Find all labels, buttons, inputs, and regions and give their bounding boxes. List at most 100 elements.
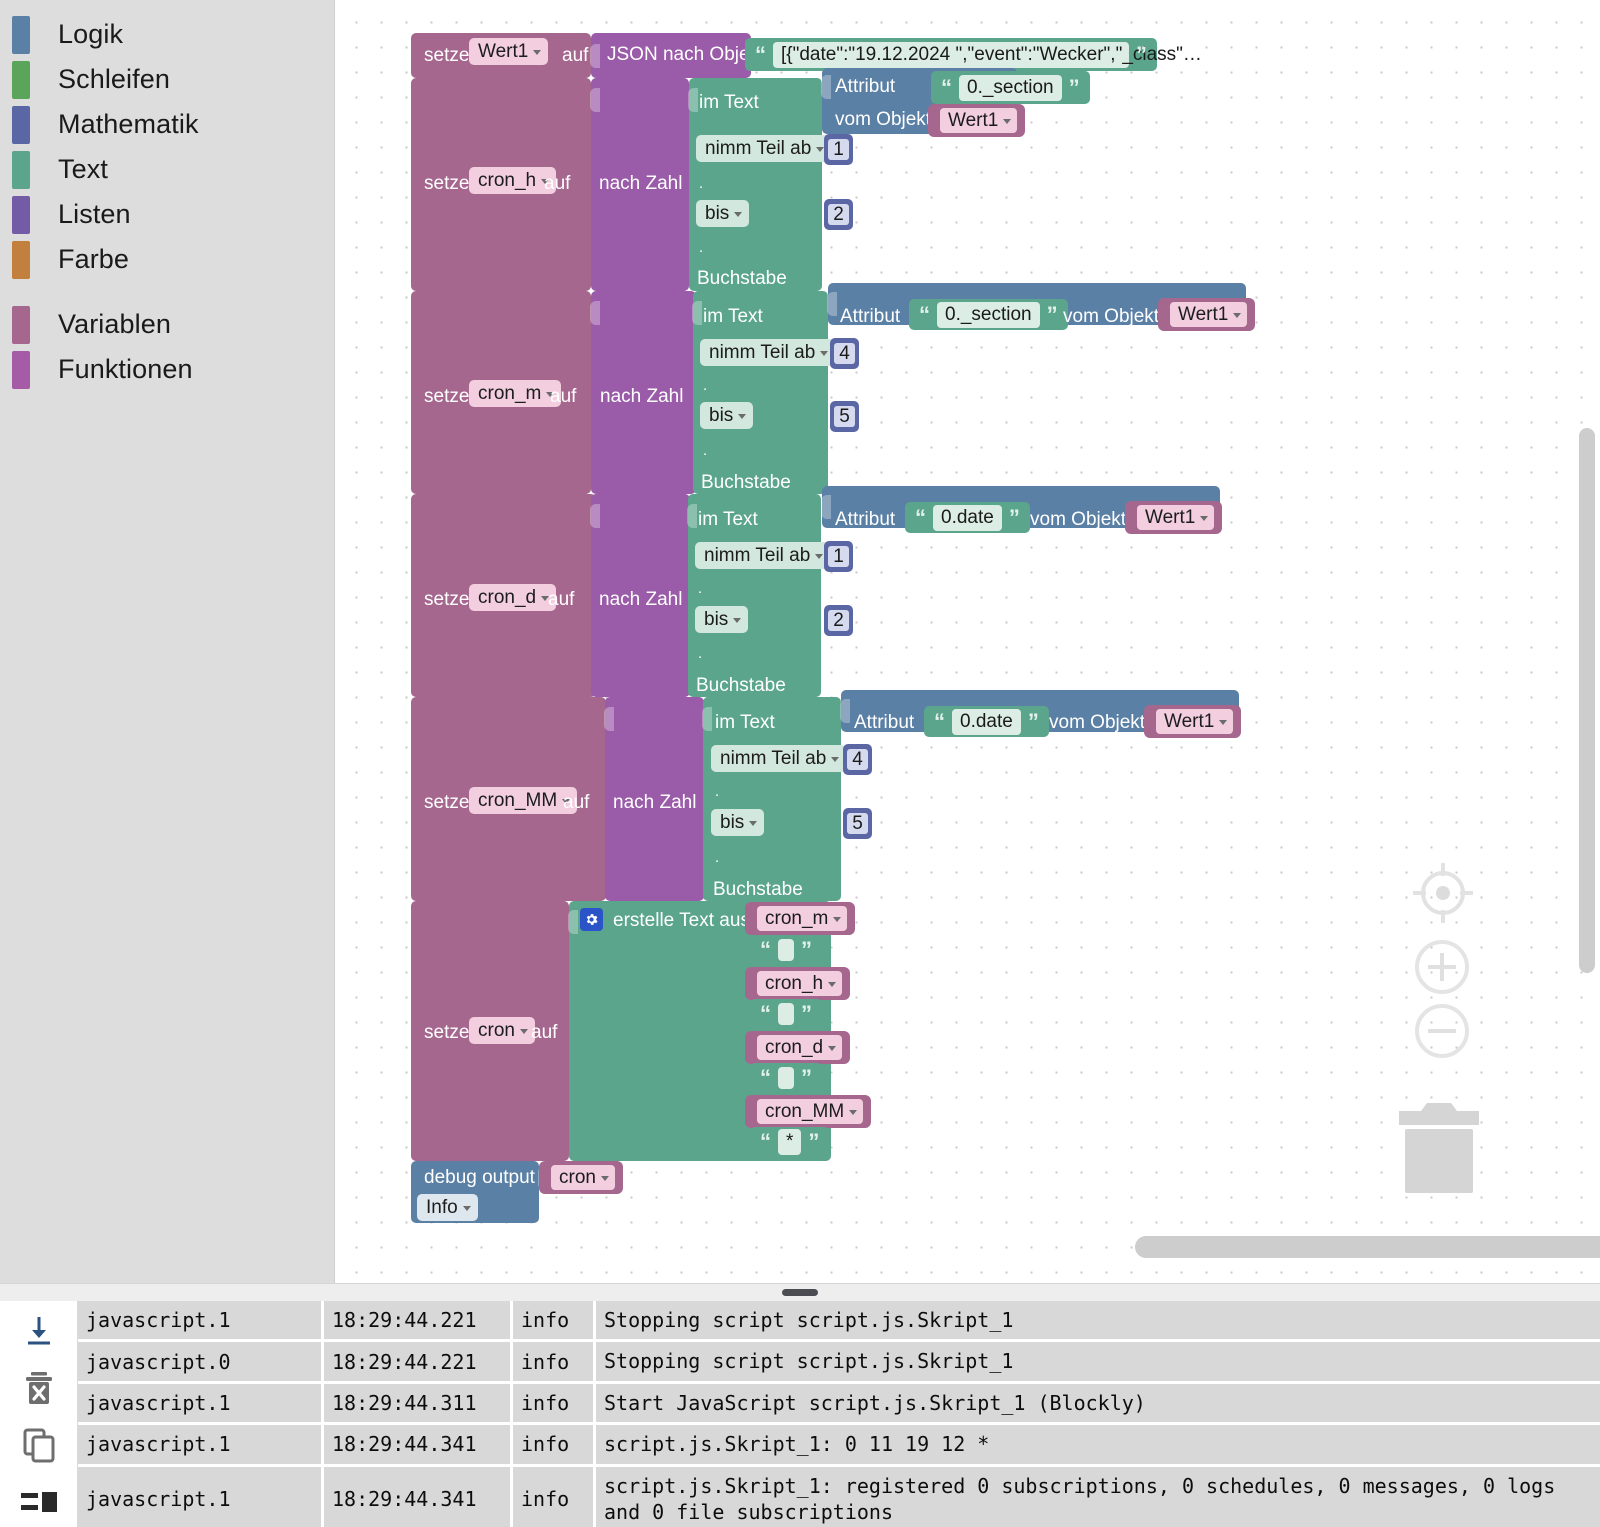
trash-can-icon (1399, 1103, 1479, 1193)
toolbox-category-farbe[interactable]: Farbe (0, 237, 334, 282)
substring-from-dropdown-cron-h[interactable]: nimm Teil ab (696, 135, 832, 162)
dot-label: . (715, 849, 720, 866)
attribute-string-field[interactable]: 0.date (933, 504, 1002, 531)
number-field[interactable]: 2 (828, 609, 849, 632)
join-item-variable-cron-d[interactable]: cron_d (745, 1031, 851, 1064)
quote-close-icon: ” (1046, 301, 1058, 327)
variable-dropdown-wert1[interactable]: Wert1 (469, 38, 549, 65)
log-row[interactable]: javascript.1 18:29:44.341 info script.js… (78, 1466, 1600, 1527)
string-field[interactable] (778, 1067, 794, 1089)
attribute-string-field[interactable]: 0._section (937, 301, 1040, 328)
gear-icon[interactable] (580, 908, 603, 931)
string-field[interactable] (778, 1003, 794, 1025)
join-item-string-3[interactable]: “ ” (750, 1063, 822, 1093)
variable-dropdown-cron-mm[interactable]: cron_MM (469, 787, 578, 814)
number-block-from-cron-d[interactable]: 1 (824, 541, 853, 572)
number-block-to-cron-m[interactable]: 5 (830, 401, 859, 432)
log-row[interactable]: javascript.1 18:29:44.221 info Stopping … (78, 1301, 1600, 1340)
json-string-field[interactable]: [{"date":"19.12.2024 ","event":"Wecker",… (773, 41, 1202, 68)
join-item-variable-cron-mm[interactable]: cron_MM (745, 1095, 872, 1128)
center-workspace-button[interactable] (1410, 860, 1476, 931)
join-item-string-2[interactable]: “ ” (750, 999, 822, 1029)
number-field[interactable]: 5 (847, 812, 868, 835)
severity-dropdown-info[interactable]: Info (417, 1194, 478, 1221)
variable-getter-block-wert1-cron-m[interactable]: Wert1 (1158, 298, 1256, 331)
string-field[interactable]: * (778, 1129, 802, 1155)
toolbox-sidebar[interactable]: Logik Schleifen Mathematik Text Listen F… (0, 0, 335, 1283)
category-color-swatch (12, 305, 30, 344)
blockly-workspace[interactable]: setze Wert1 auf JSON nach Objekt “ [{"da… (335, 0, 1600, 1283)
category-color-swatch (12, 150, 30, 189)
zoom-out-button[interactable] (1413, 1002, 1471, 1065)
substring-to-dropdown-cron-mm[interactable]: bis (711, 809, 765, 836)
variable-dropdown-cron[interactable]: cron (469, 1017, 535, 1044)
number-block-to-cron-h[interactable]: 2 (824, 199, 853, 230)
join-item-variable-cron-h[interactable]: cron_h (745, 967, 851, 1000)
number-block-from-cron-m[interactable]: 4 (830, 338, 859, 369)
log-source: javascript.1 (78, 1383, 321, 1423)
attribute-string-block-cron-mm[interactable]: “ 0.date ” (924, 706, 1049, 737)
join-item-string-1[interactable]: “ ” (750, 935, 822, 965)
number-field[interactable]: 1 (828, 545, 849, 568)
substring-from-dropdown-cron-mm[interactable]: nimm Teil ab (711, 745, 847, 772)
number-field[interactable]: 2 (828, 203, 849, 226)
variable-dropdown-cron-m[interactable]: cron_m (469, 380, 562, 407)
substring-from-dropdown-cron-m[interactable]: nimm Teil ab (700, 339, 836, 366)
attribute-label: Attribut (854, 712, 915, 733)
toolbox-category-variablen[interactable]: Variablen (0, 302, 334, 347)
scroll-to-bottom-button[interactable] (19, 1311, 59, 1351)
log-row[interactable]: javascript.0 18:29:44.221 info Stopping … (78, 1342, 1600, 1381)
value-socket (821, 495, 831, 519)
quote-close-icon: ” (1008, 504, 1020, 530)
variable-getter-block-wert1-cron-h[interactable]: Wert1 (928, 104, 1026, 137)
copy-log-button[interactable] (19, 1425, 59, 1465)
attribute-string-field[interactable]: 0._section (959, 74, 1062, 101)
clear-log-button[interactable] (19, 1368, 59, 1408)
quote-open-icon: “ (941, 74, 952, 100)
toolbox-category-mathematik[interactable]: Mathematik (0, 102, 334, 147)
log-layout-button[interactable] (19, 1482, 59, 1522)
attribute-string-block-cron-m[interactable]: “ 0._section ” (909, 299, 1068, 330)
number-field[interactable]: 5 (834, 405, 855, 428)
block-canvas[interactable]: setze Wert1 auf JSON nach Objekt “ [{"da… (335, 0, 1600, 1283)
value-socket (590, 44, 600, 68)
workspace-vertical-scrollbar[interactable] (1579, 428, 1595, 973)
number-block-to-cron-d[interactable]: 2 (824, 605, 853, 636)
substring-from-dropdown-cron-d[interactable]: nimm Teil ab (695, 542, 831, 569)
join-item-string-4[interactable]: “ * ” (750, 1127, 830, 1157)
category-label: Funktionen (58, 354, 193, 384)
json-string-literal-block[interactable]: “ [{"date":"19.12.2024 ","event":"Wecker… (745, 38, 1202, 71)
toolbox-category-funktionen[interactable]: Funktionen (0, 347, 334, 392)
log-row[interactable]: javascript.1 18:29:44.341 info script.js… (78, 1425, 1600, 1464)
join-item-variable-cron-m[interactable]: cron_m (745, 902, 856, 935)
workspace-horizontal-scrollbar[interactable] (1135, 1236, 1600, 1258)
log-row[interactable]: javascript.1 18:29:44.311 info Start Jav… (78, 1383, 1600, 1423)
variable-getter-block-wert1-cron-d[interactable]: Wert1 (1125, 501, 1223, 534)
number-field[interactable]: 4 (834, 342, 855, 365)
toolbox-category-logik[interactable]: Logik (0, 12, 334, 57)
chevron-down-icon (828, 1046, 837, 1051)
attribute-string-block-cron-h[interactable]: “ 0._section ” (931, 71, 1090, 104)
number-block-from-cron-mm[interactable]: 4 (843, 744, 872, 775)
panel-splitter[interactable] (0, 1283, 1600, 1301)
number-field[interactable]: 1 (828, 138, 849, 161)
number-field[interactable]: 4 (847, 748, 868, 771)
zoom-in-button[interactable] (1413, 938, 1471, 1001)
string-field[interactable] (778, 939, 794, 961)
variable-getter-block-wert1-cron-mm[interactable]: Wert1 (1144, 705, 1242, 738)
attribute-label: Attribut (835, 509, 896, 530)
number-block-to-cron-mm[interactable]: 5 (843, 808, 872, 839)
substring-to-dropdown-cron-m[interactable]: bis (700, 402, 754, 429)
variable-dropdown-cron-d[interactable]: cron_d (469, 584, 557, 611)
toolbox-category-listen[interactable]: Listen (0, 192, 334, 237)
category-label: Schleifen (58, 64, 170, 94)
trash-can[interactable] (1395, 1095, 1483, 1198)
number-block-from-cron-h[interactable]: 1 (824, 134, 853, 165)
debug-value-variable-cron[interactable]: cron (539, 1161, 623, 1194)
substring-to-dropdown-cron-h[interactable]: bis (696, 200, 750, 227)
toolbox-category-text[interactable]: Text (0, 147, 334, 192)
substring-to-dropdown-cron-d[interactable]: bis (695, 606, 749, 633)
toolbox-category-schleifen[interactable]: Schleifen (0, 57, 334, 102)
attribute-string-block-cron-d[interactable]: “ 0.date ” (905, 502, 1030, 533)
attribute-string-field[interactable]: 0.date (952, 708, 1021, 735)
